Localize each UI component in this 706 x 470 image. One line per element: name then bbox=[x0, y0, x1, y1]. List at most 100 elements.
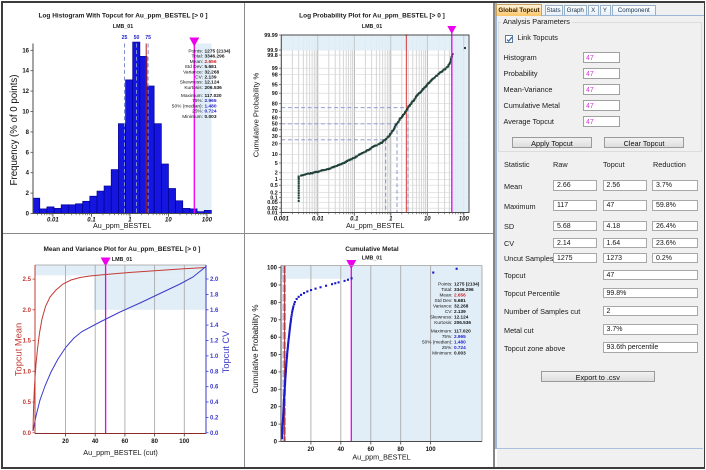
svg-text:50: 50 bbox=[270, 353, 277, 359]
svg-text:0.724: 0.724 bbox=[205, 109, 217, 115]
svg-text:Au_ppm_BESTEL: Au_ppm_BESTEL bbox=[93, 221, 151, 230]
svg-text:16: 16 bbox=[22, 48, 29, 54]
svg-text:Log Probability Plot for Au_pp: Log Probability Plot for Au_ppm_BESTEL [… bbox=[299, 13, 445, 20]
svg-text:99: 99 bbox=[272, 66, 278, 72]
svg-text:100: 100 bbox=[267, 266, 278, 272]
svg-text:0.003: 0.003 bbox=[205, 114, 217, 120]
svg-text:1275 (2134): 1275 (2134) bbox=[205, 49, 231, 55]
svg-text:1.4: 1.4 bbox=[210, 323, 219, 329]
svg-text:1.5: 1.5 bbox=[23, 339, 32, 345]
svg-text:Mean:: Mean: bbox=[439, 293, 452, 298]
svg-text:Topcut CV: Topcut CV bbox=[221, 330, 231, 373]
svg-text:75%:: 75%: bbox=[442, 334, 453, 339]
svg-text:2.965: 2.965 bbox=[454, 334, 466, 339]
svg-text:Points:: Points: bbox=[188, 49, 203, 55]
svg-text:4: 4 bbox=[26, 171, 30, 177]
svg-text:12.124: 12.124 bbox=[205, 80, 220, 86]
svg-text:95: 95 bbox=[272, 82, 278, 88]
svg-text:2: 2 bbox=[275, 171, 278, 177]
svg-text:14: 14 bbox=[22, 69, 29, 75]
svg-text:2.0: 2.0 bbox=[23, 308, 32, 314]
svg-text:98: 98 bbox=[272, 73, 278, 79]
svg-text:Maximum:: Maximum: bbox=[431, 329, 453, 334]
svg-text:0: 0 bbox=[26, 212, 30, 218]
svg-text:100: 100 bbox=[426, 447, 437, 453]
svg-text:10: 10 bbox=[22, 110, 29, 116]
svg-text:117.020: 117.020 bbox=[205, 93, 222, 99]
svg-text:2.656: 2.656 bbox=[205, 59, 217, 65]
svg-text:2.0: 2.0 bbox=[210, 277, 219, 283]
svg-text:32.268: 32.268 bbox=[205, 69, 220, 75]
svg-text:Cumulative Probability %: Cumulative Probability % bbox=[251, 305, 260, 394]
svg-text:5: 5 bbox=[275, 161, 278, 167]
svg-text:Std Dev:: Std Dev: bbox=[435, 298, 453, 303]
svg-text:0.6: 0.6 bbox=[210, 385, 219, 391]
svg-text:3346.296: 3346.296 bbox=[205, 54, 225, 60]
svg-text:LMB_01: LMB_01 bbox=[362, 24, 382, 30]
svg-text:Au_ppm_BESTEL (cut): Au_ppm_BESTEL (cut) bbox=[83, 448, 157, 457]
svg-text:50% (median):: 50% (median): bbox=[422, 340, 452, 345]
svg-text:50% (median):: 50% (median): bbox=[172, 103, 203, 109]
svg-text:LMB_01: LMB_01 bbox=[112, 257, 132, 263]
svg-text:60: 60 bbox=[272, 116, 278, 122]
svg-text:Kurtosis:: Kurtosis: bbox=[184, 85, 203, 91]
svg-text:12.124: 12.124 bbox=[454, 315, 469, 320]
svg-text:50: 50 bbox=[134, 35, 140, 41]
svg-text:10: 10 bbox=[165, 218, 172, 224]
svg-text:0.2: 0.2 bbox=[210, 415, 219, 421]
svg-text:CV:: CV: bbox=[445, 309, 453, 314]
svg-text:5.681: 5.681 bbox=[205, 64, 217, 70]
svg-text:1.480: 1.480 bbox=[205, 103, 217, 109]
svg-text:0.01: 0.01 bbox=[47, 218, 59, 224]
svg-text:75: 75 bbox=[145, 35, 151, 41]
svg-text:80: 80 bbox=[272, 102, 278, 108]
svg-text:5.681: 5.681 bbox=[454, 298, 466, 303]
svg-text:Total:: Total: bbox=[192, 54, 203, 60]
svg-text:Topcut Mean: Topcut Mean bbox=[13, 323, 23, 376]
svg-text:20: 20 bbox=[308, 447, 315, 453]
svg-text:LMB_01: LMB_01 bbox=[362, 256, 382, 262]
svg-text:Skewness:: Skewness: bbox=[180, 80, 203, 86]
svg-text:8: 8 bbox=[26, 130, 30, 136]
svg-text:0.5: 0.5 bbox=[270, 183, 278, 189]
svg-text:Mean:: Mean: bbox=[190, 59, 203, 65]
svg-text:Frequency (% of 0 points): Frequency (% of 0 points) bbox=[9, 75, 20, 186]
svg-text:Minimum:: Minimum: bbox=[182, 114, 203, 120]
svg-text:Cumulative Metal: Cumulative Metal bbox=[345, 246, 399, 253]
svg-text:Std Dev:: Std Dev: bbox=[185, 64, 203, 70]
svg-text:Au_ppm_BESTEL: Au_ppm_BESTEL bbox=[346, 221, 404, 230]
svg-text:100: 100 bbox=[179, 439, 190, 445]
svg-text:0.001: 0.001 bbox=[274, 217, 290, 223]
svg-text:0.5: 0.5 bbox=[23, 400, 32, 406]
svg-text:2.965: 2.965 bbox=[205, 98, 217, 104]
svg-text:1.480: 1.480 bbox=[454, 340, 466, 345]
svg-text:40: 40 bbox=[272, 128, 278, 134]
svg-text:Variance:: Variance: bbox=[183, 69, 203, 75]
svg-text:2: 2 bbox=[26, 191, 30, 197]
svg-text:80: 80 bbox=[151, 439, 158, 445]
svg-text:25%:: 25%: bbox=[442, 345, 453, 350]
svg-text:10: 10 bbox=[424, 217, 431, 223]
svg-text:206.536: 206.536 bbox=[454, 320, 471, 325]
svg-text:99.99: 99.99 bbox=[264, 33, 278, 39]
svg-text:1.8: 1.8 bbox=[210, 292, 219, 298]
svg-text:0.4: 0.4 bbox=[210, 400, 219, 406]
svg-text:100: 100 bbox=[459, 217, 470, 223]
svg-text:10: 10 bbox=[272, 152, 278, 158]
svg-text:Cumulative Probability %: Cumulative Probability % bbox=[251, 73, 260, 158]
svg-text:CV:: CV: bbox=[195, 75, 203, 81]
svg-text:0.003: 0.003 bbox=[454, 351, 466, 356]
svg-text:206.536: 206.536 bbox=[205, 85, 223, 91]
svg-text:70: 70 bbox=[272, 109, 278, 115]
svg-text:20: 20 bbox=[62, 439, 69, 445]
svg-text:0.0: 0.0 bbox=[23, 431, 32, 437]
svg-text:117.020: 117.020 bbox=[454, 329, 471, 334]
svg-text:25%:: 25%: bbox=[192, 109, 203, 115]
svg-text:Mean and Variance Plot for Au_: Mean and Variance Plot for Au_ppm_BESTEL… bbox=[44, 246, 201, 253]
svg-text:0.0: 0.0 bbox=[210, 431, 219, 437]
svg-text:0.01: 0.01 bbox=[267, 210, 278, 216]
svg-text:2.656: 2.656 bbox=[454, 293, 466, 298]
svg-text:40: 40 bbox=[337, 447, 344, 453]
svg-text:60: 60 bbox=[270, 335, 277, 341]
svg-text:1.0: 1.0 bbox=[23, 369, 32, 375]
